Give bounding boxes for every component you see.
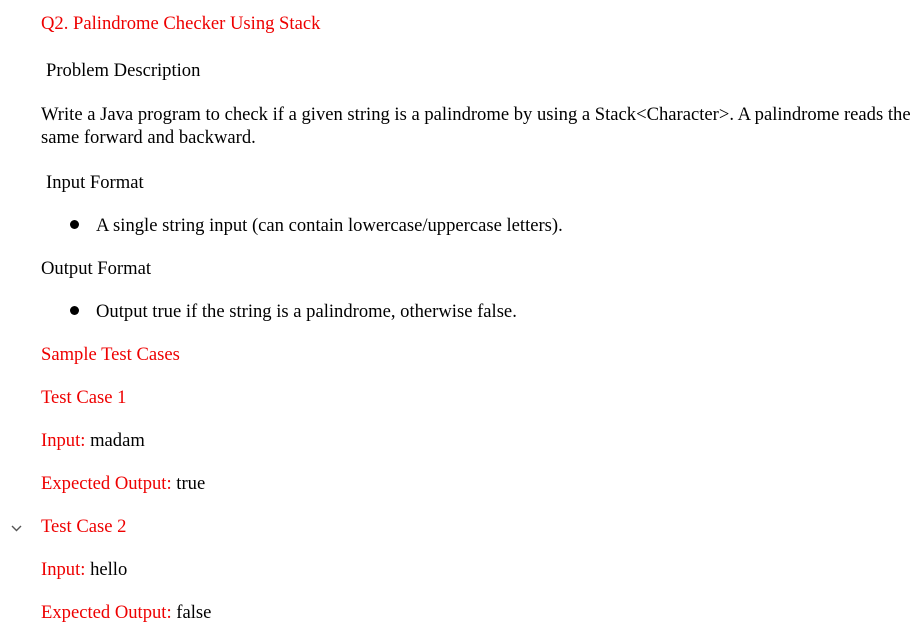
output-format-bullet: Output true if the string is a palindrom… xyxy=(70,301,517,323)
output-format-heading: Output Format xyxy=(41,258,152,279)
input-format-bullet-text: A single string input (can contain lower… xyxy=(96,215,563,236)
expected-output-label: Expected Output: xyxy=(41,602,172,623)
input-format-heading: Input Format xyxy=(46,172,144,193)
expected-output-value: true xyxy=(176,473,206,494)
input-label: Input: xyxy=(41,559,86,580)
question-title: Q2. Palindrome Checker Using Stack xyxy=(41,13,321,34)
problem-description-text: Write a Java program to check if a given… xyxy=(41,104,911,148)
test-case-2-expected-output: Expected Output: false xyxy=(41,602,211,624)
test-case-1-expected-output: Expected Output: true xyxy=(41,473,205,495)
input-format-bullet: A single string input (can contain lower… xyxy=(70,215,563,237)
input-value: madam xyxy=(90,430,145,451)
input-value: hello xyxy=(90,559,128,580)
test-case-1-title: Test Case 1 xyxy=(41,387,127,408)
test-case-2-input: Input: hello xyxy=(41,559,127,581)
chevron-down-icon[interactable] xyxy=(10,522,23,535)
problem-description-heading: Problem Description xyxy=(46,60,201,81)
sample-test-cases-heading: Sample Test Cases xyxy=(41,344,180,365)
bullet-icon xyxy=(70,220,79,229)
test-case-1-input: Input: madam xyxy=(41,430,145,452)
expected-output-label: Expected Output: xyxy=(41,473,172,494)
input-label: Input: xyxy=(41,430,86,451)
expected-output-value: false xyxy=(176,602,212,623)
bullet-icon xyxy=(70,306,79,315)
output-format-bullet-text: Output true if the string is a palindrom… xyxy=(96,301,517,322)
test-case-2-title: Test Case 2 xyxy=(41,516,127,537)
